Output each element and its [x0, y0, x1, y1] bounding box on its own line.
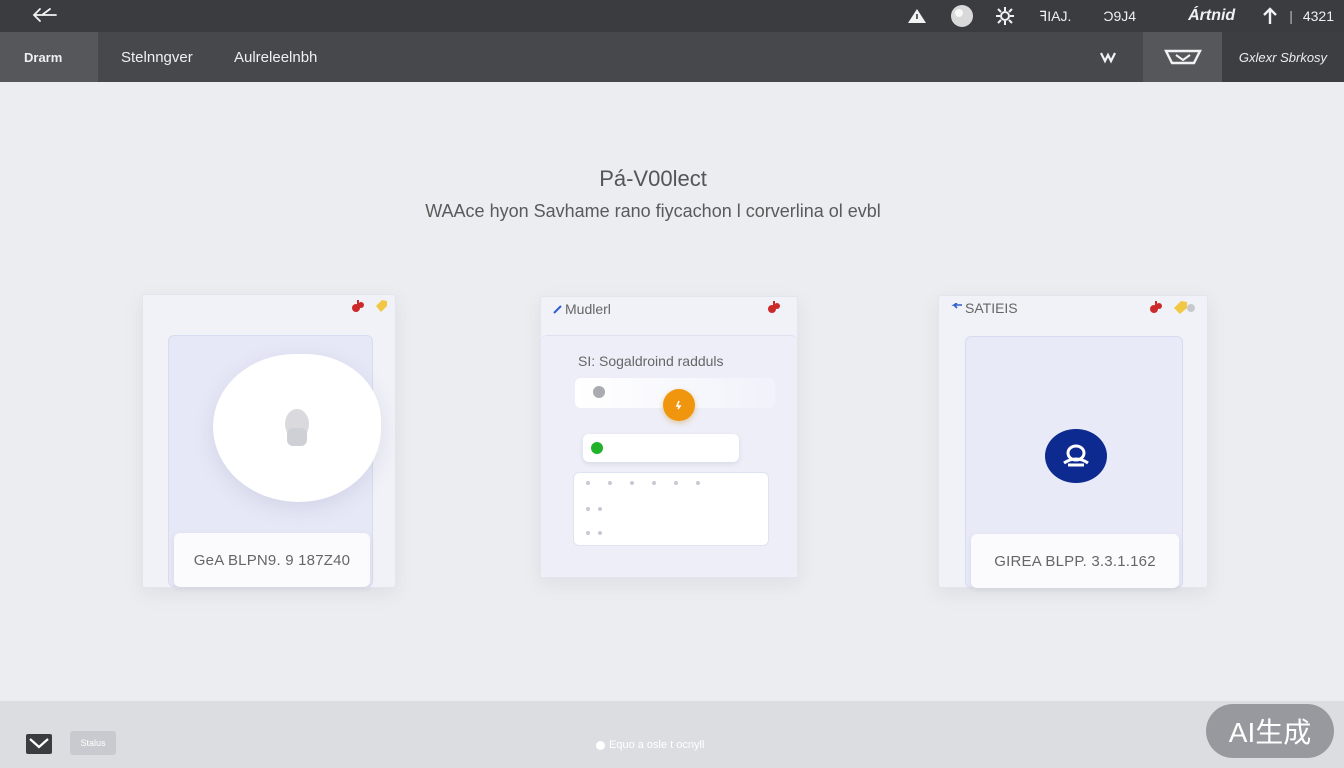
display-icon	[1164, 49, 1202, 65]
connection-icon[interactable]	[1045, 429, 1107, 483]
data-table	[573, 472, 769, 546]
clock-time: 4321	[1302, 8, 1334, 24]
card-id-label: GeA BLPN9. 9 187Z40	[174, 533, 370, 587]
card-model[interactable]: Mudlerl SI: Sogaldroind radduls	[540, 296, 798, 578]
status-dot-icon	[596, 740, 605, 750]
tab-drarm[interactable]: Drarm	[0, 32, 98, 82]
table-row	[586, 507, 602, 511]
tray-status-text: ꟻIAJ.	[1039, 7, 1072, 24]
tray-brand-label: Ártnid	[1188, 7, 1236, 24]
card-id-label: GIREA BLPP. 3.3.1.162	[971, 534, 1179, 588]
alert-red-icon	[352, 300, 364, 312]
card-status[interactable]: SATIEIS GIREA BLPP. 3.3.1.162	[938, 295, 1208, 588]
notification-icon[interactable]	[1092, 32, 1124, 82]
globe-icon[interactable]	[949, 0, 975, 32]
page-title: Pá-V00lect	[599, 166, 707, 191]
card-title: SATIEIS	[965, 300, 1018, 316]
card-badges	[1149, 299, 1195, 315]
avatar-placeholder	[213, 354, 381, 502]
status-chip[interactable]: Stalus	[70, 731, 116, 755]
section-label: SI: Sogaldroind radduls	[578, 353, 724, 369]
slider-handle[interactable]	[663, 389, 695, 421]
pin-icon	[553, 305, 562, 314]
tag-yellow-icon	[1174, 301, 1195, 314]
tab-stelnngver[interactable]: Stelnngver	[121, 32, 193, 82]
status-toggle[interactable]	[583, 434, 739, 462]
settings-gear-icon[interactable]	[993, 0, 1017, 32]
table-row	[586, 531, 602, 535]
tray-divider: |	[1289, 8, 1293, 24]
arrow-left-icon	[951, 303, 962, 309]
status-message: Equo a osle t ocnyll	[596, 739, 704, 751]
tag-yellow-icon	[376, 300, 387, 312]
system-tray: ꟻIAJ. Ɔ9J4 Ártnid | 4321	[905, 0, 1344, 32]
bottom-status-bar: Stalus Equo a osle t ocnyll	[0, 701, 1344, 768]
system-top-bar: ꟻIAJ. Ɔ9J4 Ártnid | 4321	[0, 0, 1344, 32]
card-title-row: Mudlerl	[553, 301, 611, 317]
card-badges	[767, 300, 781, 314]
warning-icon[interactable]	[905, 0, 929, 32]
tab-aulreleelnbh[interactable]: Aulreleelnbh	[234, 32, 317, 82]
card-badges	[351, 298, 389, 314]
slider-track[interactable]	[575, 378, 775, 421]
card-image[interactable]: GeA BLPN9. 9 187Z40	[142, 294, 396, 588]
card-title-row: SATIEIS	[951, 300, 1018, 316]
status-text: Equo a osle t ocnyll	[609, 739, 705, 751]
table-row	[586, 481, 700, 485]
card-title: Mudlerl	[565, 301, 611, 317]
mail-icon[interactable]	[26, 734, 52, 754]
alert-red-icon	[1150, 301, 1162, 313]
settings-panel: SI: Sogaldroind radduls	[541, 335, 797, 577]
status-online-icon	[591, 442, 603, 454]
alert-red-icon	[768, 301, 780, 313]
back-arrow-icon[interactable]	[26, 3, 62, 27]
ai-generated-watermark: AI生成	[1206, 704, 1334, 758]
main-nav-bar: Drarm Stelnngver Aulreleelnbh Gxlexr Sbr…	[0, 32, 1344, 82]
view-toggle-button[interactable]	[1143, 32, 1223, 82]
user-silhouette-icon	[285, 409, 309, 446]
page-subtitle: WAAce hyon Savhame rano fiycachon l corv…	[425, 201, 881, 221]
tray-battery-text: Ɔ9J4	[1103, 8, 1137, 24]
lightning-icon	[675, 400, 682, 410]
slider-dot-icon	[593, 386, 605, 398]
account-name-button[interactable]: Gxlexr Sbrkosy	[1222, 32, 1344, 82]
upload-arrow-icon[interactable]	[1259, 0, 1281, 32]
